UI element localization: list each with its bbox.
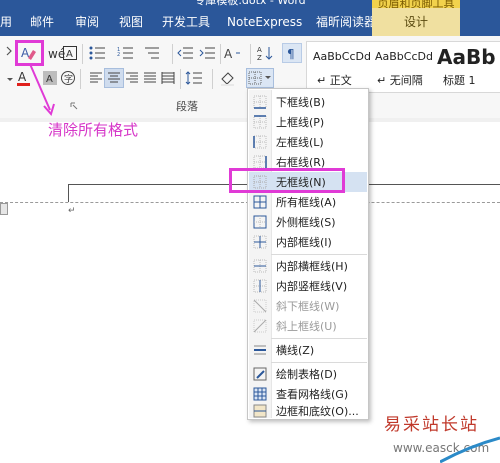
- diagonal-down-border-icon: [249, 296, 271, 316]
- shading-icon[interactable]: [218, 68, 238, 88]
- style-normal-name: ↵ 正文: [317, 74, 352, 87]
- tab-design[interactable]: 设计: [372, 15, 460, 29]
- chinese-layout-icon[interactable]: A: [224, 43, 244, 63]
- menu-item-outside-borders[interactable]: 外侧框线(S): [249, 212, 367, 232]
- svg-text:¶: ¶: [287, 47, 295, 60]
- distributed-icon[interactable]: [158, 68, 178, 88]
- borders-shading-icon: [249, 401, 271, 421]
- diagonal-up-border-icon: [249, 316, 271, 336]
- paragraph-group-label: 段落: [176, 100, 198, 113]
- menu-item-label: 内部竖框线(V): [276, 280, 348, 293]
- contextual-tab-group-header: 页眉和页脚工具: [372, 0, 460, 8]
- style-heading-1-name: 标题 1: [443, 74, 476, 87]
- menu-item-label: 内部横框线(H): [276, 260, 348, 273]
- style-normal[interactable]: AaBbCcDd ↵ 正文: [307, 42, 371, 92]
- sort-icon[interactable]: AZ: [256, 43, 276, 63]
- line-spacing-icon[interactable]: [184, 68, 204, 88]
- increase-indent-icon[interactable]: [198, 43, 218, 63]
- svg-text:A: A: [224, 47, 233, 60]
- tab-mailings[interactable]: 邮件: [30, 15, 54, 29]
- left-border-icon: [249, 132, 271, 152]
- decrease-indent-icon[interactable]: [176, 43, 196, 63]
- outside-borders-icon: [249, 212, 271, 232]
- header-tag: [0, 203, 8, 215]
- menu-item-label: 外侧框线(S): [276, 216, 336, 229]
- tab-view[interactable]: 视图: [119, 15, 143, 29]
- style-heading-1-sample: AaBb: [437, 45, 496, 69]
- menu-item-inside-borders[interactable]: 内部框线(I): [249, 232, 367, 252]
- menu-item-label: 横线(Z): [276, 344, 315, 357]
- watermark-swoosh: [440, 436, 500, 463]
- menu-item-label: 斜下框线(W): [276, 300, 340, 313]
- tab-noteexpress[interactable]: NoteExpress: [227, 15, 302, 29]
- style-no-spacing-sample: AaBbCcDd: [375, 50, 433, 63]
- styles-gallery: AaBbCcDd ↵ 正文 AaBbCcDd ↵ 无间隔 AaBb 标题 1: [306, 41, 500, 93]
- menu-item-label: 查看网格线(G): [276, 388, 349, 401]
- menu-item-label: 下框线(B): [276, 96, 326, 109]
- tab-foxit-reader[interactable]: 福昕阅读器: [316, 15, 376, 29]
- menu-item-all-borders[interactable]: 所有框线(A): [249, 192, 367, 212]
- annotation-label: 清除所有格式: [48, 121, 139, 139]
- inside-horizontal-border-icon: [249, 256, 271, 276]
- dialog-launcher-icon[interactable]: [70, 100, 78, 110]
- menu-item-top-border[interactable]: 上框线(P): [249, 112, 367, 132]
- character-border-button[interactable]: A: [60, 43, 80, 63]
- borders-dropdown-menu: 下框线(B) 上框线(P) 左框线(L) 右框线(R) 无框线(N) 所有框线(…: [247, 88, 369, 420]
- inside-vertical-border-icon: [249, 276, 271, 296]
- menu-item-borders-and-shading[interactable]: 边框和底纹(O)...: [249, 404, 367, 418]
- paragraph-mark: ↵: [68, 206, 76, 216]
- justify-icon[interactable]: [140, 68, 160, 88]
- tab-developer[interactable]: 开发工具: [162, 15, 210, 29]
- bottom-border-icon: [249, 92, 271, 112]
- align-right-icon[interactable]: [122, 68, 142, 88]
- numbering-icon[interactable]: 12: [116, 43, 136, 63]
- tab-partial-left[interactable]: 用: [0, 15, 12, 29]
- draw-table-icon: [249, 364, 271, 384]
- menu-item-label: 上框线(P): [276, 116, 325, 129]
- watermark-title: 易采站长站: [384, 415, 479, 435]
- style-no-spacing-name: ↵ 无间隔: [377, 74, 423, 87]
- no-border-highlight: [229, 168, 345, 193]
- menu-item-inside-vertical-border[interactable]: 内部竖框线(V): [249, 276, 367, 296]
- borders-dropdown-button[interactable]: [246, 68, 274, 88]
- tab-review[interactable]: 审阅: [75, 15, 99, 29]
- inside-borders-icon: [249, 232, 271, 252]
- top-border-icon: [249, 112, 271, 132]
- align-left-icon[interactable]: [86, 68, 106, 88]
- menu-item-label: 左框线(L): [276, 136, 324, 149]
- menu-item-diagonal-up-border: 斜上框线(U): [249, 316, 367, 336]
- menu-item-label: 斜上框线(U): [276, 320, 337, 333]
- menu-item-label: 内部框线(I): [276, 236, 332, 249]
- svg-text:2: 2: [117, 52, 120, 58]
- menu-item-draw-table[interactable]: 绘制表格(D): [249, 364, 367, 384]
- menu-item-label: 边框和底纹(O)...: [276, 405, 359, 418]
- all-borders-icon: [249, 192, 271, 212]
- menu-item-horizontal-line[interactable]: 横线(Z): [249, 340, 367, 360]
- style-no-spacing[interactable]: AaBbCcDd ↵ 无间隔: [369, 42, 433, 92]
- multilevel-list-icon[interactable]: [142, 43, 162, 63]
- menu-item-left-border[interactable]: 左框线(L): [249, 132, 367, 152]
- menu-item-inside-horizontal-border[interactable]: 内部横框线(H): [249, 256, 367, 276]
- horizontal-line-icon: [249, 340, 271, 360]
- bullets-icon[interactable]: [88, 43, 108, 63]
- menu-item-bottom-border[interactable]: 下框线(B): [249, 92, 367, 112]
- show-hide-marks-icon[interactable]: ¶: [282, 43, 302, 63]
- menu-item-label: 所有框线(A): [276, 196, 337, 209]
- svg-text:A: A: [66, 49, 73, 60]
- style-heading-1[interactable]: AaBb 标题 1: [433, 42, 500, 92]
- menu-item-diagonal-down-border: 斜下框线(W): [249, 296, 367, 316]
- svg-text:Z: Z: [257, 54, 262, 61]
- header-left-edge: [68, 184, 69, 202]
- svg-text:A: A: [257, 46, 262, 54]
- menu-item-label: 绘制表格(D): [276, 368, 338, 381]
- align-center-icon[interactable]: [104, 68, 124, 88]
- annotation-arrow: [29, 63, 55, 117]
- contextual-tab-group-title: 页眉和页脚工具: [377, 0, 455, 8]
- style-normal-sample: AaBbCcDd: [313, 50, 371, 63]
